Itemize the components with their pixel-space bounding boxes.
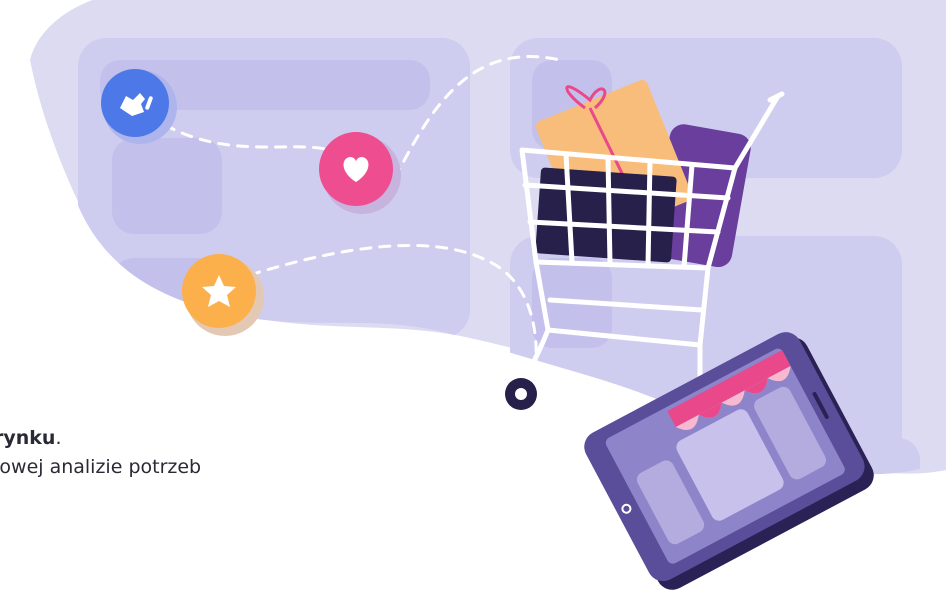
hero-text-line-1: rynku.	[0, 424, 201, 453]
ecommerce-illustration	[30, 0, 946, 590]
market-keyword: rynku	[0, 427, 56, 449]
hero-section: rynku. łowej analizie potrzeb	[0, 0, 946, 616]
hero-text: rynku. łowej analizie potrzeb	[0, 424, 201, 481]
line1-suffix: .	[55, 427, 62, 449]
hero-text-line-2: łowej analizie potrzeb	[0, 455, 202, 478]
